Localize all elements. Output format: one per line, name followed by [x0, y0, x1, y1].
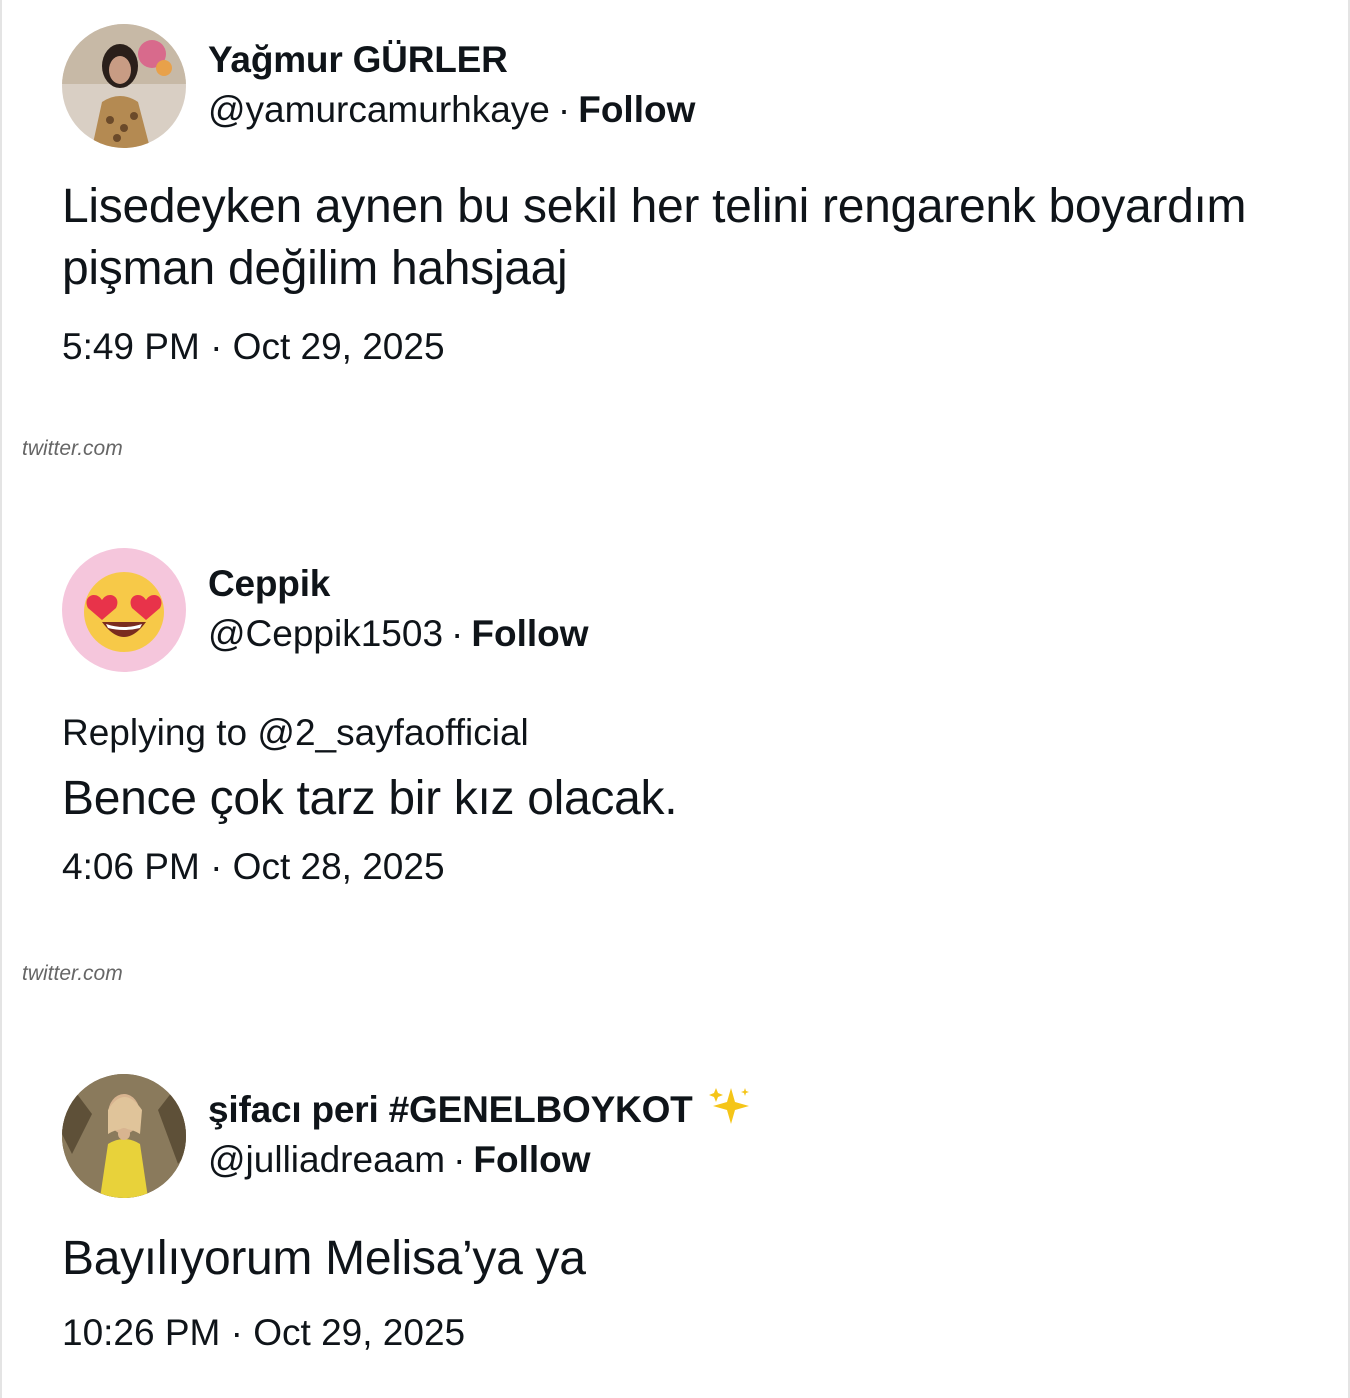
tweet-text-line-2: pişman değilim hahsjaaj [62, 242, 568, 295]
handle-line: @Ceppik1503 · Follow [208, 608, 589, 660]
heart-eyes-emoji-icon [62, 548, 186, 672]
user-info: Yağmur GÜRLER @yamurcamurhkaye · Follow [208, 36, 695, 136]
user-avatar[interactable] [62, 1074, 186, 1198]
tweet-text-line-1: Lisedeyken aynen bu sekil her telini ren… [62, 180, 1247, 233]
display-name-text: şifacı peri #GENELBOYKOT [208, 1089, 693, 1130]
sparkles-icon [708, 1088, 749, 1124]
user-info: Ceppik @Ceppik1503 · Follow [208, 560, 589, 660]
tweet-header: Yağmur GÜRLER @yamurcamurhkaye · Follow [62, 24, 1332, 148]
tweet-header: Ceppik @Ceppik1503 · Follow [62, 548, 1332, 672]
avatar-photo-icon [62, 1074, 186, 1198]
display-name[interactable]: şifacı peri #GENELBOYKOT [208, 1086, 751, 1134]
user-handle[interactable]: @yamurcamurhkaye [208, 89, 550, 130]
tweet-card-3: şifacı peri #GENELBOYKOT @julliadreaam · F… [62, 1074, 1332, 1356]
tweet-header: şifacı peri #GENELBOYKOT @julliadreaam · F… [62, 1074, 1332, 1198]
tweet-timestamp[interactable]: 10:26 PM · Oct 29, 2025 [62, 1310, 1332, 1356]
tweet-text: Bayılıyorum Melisa’ya ya [62, 1232, 586, 1285]
avatar-photo-icon [62, 24, 186, 148]
handle-line: @yamurcamurhkaye · Follow [208, 84, 695, 136]
left-border [0, 0, 2, 1398]
display-name[interactable]: Ceppik [208, 560, 589, 608]
user-avatar[interactable] [62, 24, 186, 148]
separator-dot: · [451, 613, 464, 654]
follow-button[interactable]: Follow [473, 1139, 590, 1180]
follow-button[interactable]: Follow [471, 613, 588, 654]
tweet-timestamp[interactable]: 5:49 PM · Oct 29, 2025 [62, 324, 1332, 370]
separator-dot: · [557, 89, 571, 130]
user-handle[interactable]: @julliadreaam [208, 1139, 445, 1180]
user-avatar[interactable] [62, 548, 186, 672]
tweet-text: Lisedeyken aynen bu sekil her telini ren… [62, 176, 1332, 300]
source-label: twitter.com [22, 437, 123, 460]
follow-button[interactable]: Follow [578, 89, 695, 130]
display-name[interactable]: Yağmur GÜRLER [208, 36, 695, 84]
handle-line: @julliadreaam · Follow [208, 1134, 751, 1186]
source-label: twitter.com [22, 962, 123, 985]
user-handle[interactable]: @Ceppik1503 [208, 613, 443, 654]
tweet-text: Bence çok tarz bir kız olacak. [62, 772, 678, 825]
separator-dot: · [453, 1139, 466, 1180]
tweet-card-1: Yağmur GÜRLER @yamurcamurhkaye · Follow Li… [62, 24, 1332, 370]
user-info: şifacı peri #GENELBOYKOT @julliadreaam · F… [208, 1086, 751, 1186]
replying-to[interactable]: Replying to @2_sayfaofficial [62, 710, 1332, 756]
tweet-card-2: Ceppik @Ceppik1503 · Follow Replying to @2… [62, 548, 1332, 890]
tweet-timestamp[interactable]: 4:06 PM · Oct 28, 2025 [62, 844, 1332, 890]
